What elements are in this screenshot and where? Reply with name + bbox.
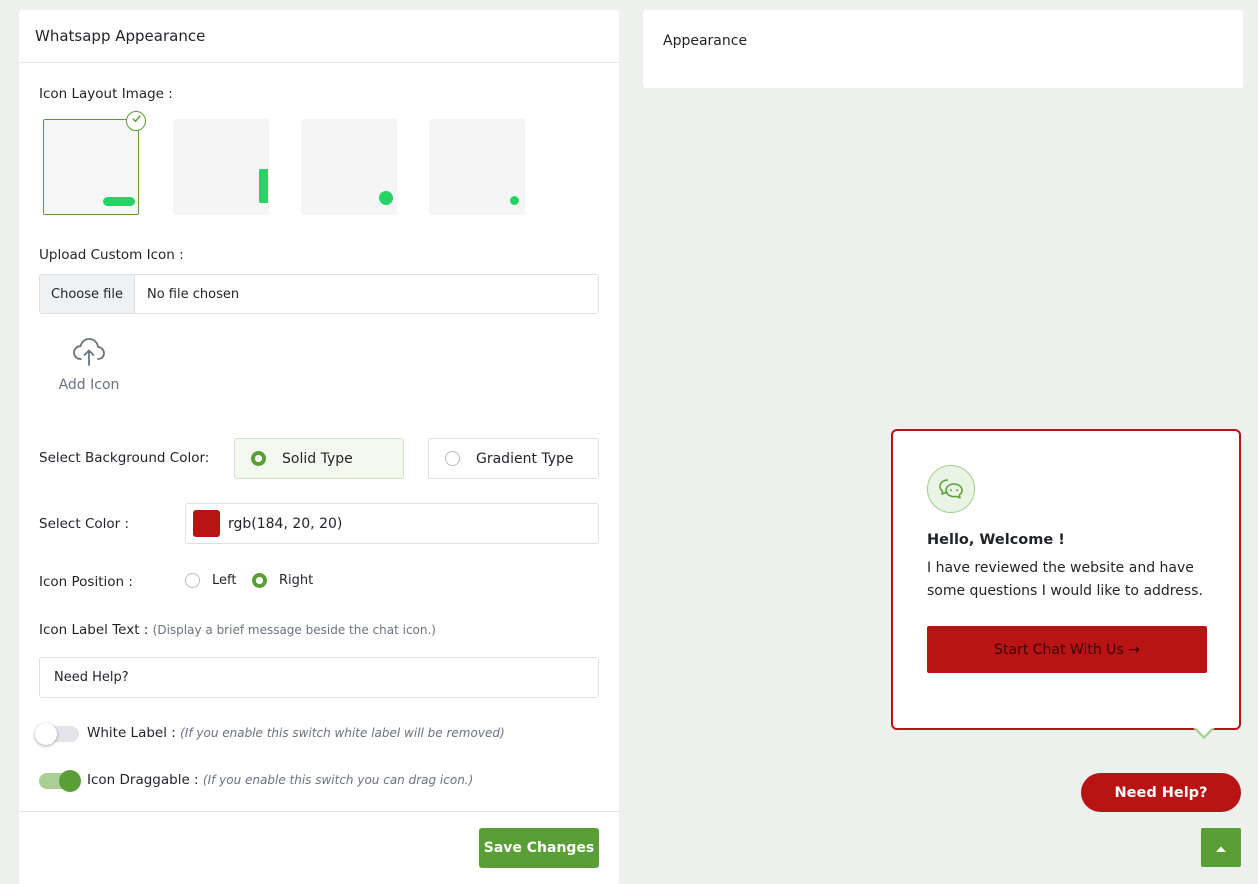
position-left-label: Left	[212, 573, 237, 588]
gradient-type-option[interactable]: Gradient Type	[428, 438, 599, 479]
layout-option-side-bar[interactable]	[173, 119, 269, 215]
draggable-hint: (If you enable this switch you can drag …	[202, 773, 474, 787]
chat-popup-preview: Hello, Welcome ! I have reviewed the web…	[891, 429, 1241, 739]
color-swatch[interactable]	[193, 510, 220, 537]
white-label-hint: (If you enable this switch white label w…	[180, 726, 505, 740]
appearance-preview-card: Appearance	[643, 10, 1243, 88]
need-help-floating-button[interactable]: Need Help?	[1081, 773, 1241, 812]
popup-message: I have reviewed the website and have som…	[927, 560, 1203, 599]
save-changes-button[interactable]: Save Changes	[479, 828, 599, 868]
bg-color-label: Select Background Color:	[39, 450, 210, 466]
draggable-label: Icon Draggable :	[87, 772, 199, 788]
icon-position-label: Icon Position :	[39, 574, 133, 590]
icon-layout-label: Icon Layout Image :	[39, 86, 173, 102]
position-right-radio[interactable]	[252, 573, 267, 588]
upload-custom-icon-label: Upload Custom Icon :	[39, 247, 184, 263]
icon-draggable-toggle[interactable]	[39, 770, 81, 792]
chevron-up-icon	[1215, 838, 1227, 857]
position-right-option[interactable]: Right	[252, 573, 313, 588]
color-picker-field[interactable]: rgb(184, 20, 20)	[185, 503, 599, 544]
add-icon-label: Add Icon	[58, 377, 120, 393]
solid-type-radio[interactable]	[251, 451, 266, 466]
position-left-option[interactable]: Left	[185, 573, 236, 588]
popup-title: Hello, Welcome !	[927, 532, 1065, 548]
whatsapp-appearance-card: Whatsapp Appearance Icon Layout Image : …	[19, 10, 619, 884]
position-right-label: Right	[279, 573, 314, 588]
layout-option-small-circle[interactable]	[429, 119, 525, 215]
gradient-type-radio[interactable]	[445, 451, 460, 466]
chat-bubbles-icon	[927, 465, 975, 513]
whatsapp-icon	[379, 191, 393, 205]
start-chat-button[interactable]: Start Chat With Us →	[927, 626, 1207, 673]
solid-type-label: Solid Type	[282, 450, 353, 467]
icon-label-text-heading: Icon Label Text : (Display a brief messa…	[39, 622, 436, 638]
popup-tail-inner	[1195, 727, 1213, 736]
position-left-radio[interactable]	[185, 573, 200, 588]
color-value: rgb(184, 20, 20)	[228, 515, 343, 532]
choose-file-button[interactable]: Choose file	[40, 275, 135, 313]
draggable-row: Icon Draggable : (If you enable this swi…	[87, 772, 473, 788]
select-color-label: Select Color :	[39, 516, 130, 532]
icon-label-text-input[interactable]: Need Help?	[39, 657, 599, 698]
gradient-type-label: Gradient Type	[476, 450, 574, 467]
appearance-title: Appearance	[663, 33, 748, 49]
white-label-toggle[interactable]	[35, 723, 79, 745]
icon-label-text-label: Icon Label Text :	[39, 622, 149, 638]
check-icon	[126, 111, 146, 131]
icon-label-text-hint: (Display a brief message beside the chat…	[152, 623, 436, 637]
cloud-upload-icon	[72, 338, 106, 371]
layout-option-large-circle[interactable]	[301, 119, 397, 215]
whatsapp-icon	[510, 196, 519, 205]
add-icon-button[interactable]: Add Icon	[57, 337, 121, 393]
card-title: Whatsapp Appearance	[19, 10, 619, 63]
layout-option-pill[interactable]	[43, 111, 146, 215]
whatsapp-side-bar-preview	[259, 169, 268, 203]
scroll-to-top-button[interactable]	[1201, 828, 1241, 867]
white-label-label: White Label :	[87, 725, 176, 741]
file-status-text: No file chosen	[147, 286, 240, 302]
solid-type-option[interactable]: Solid Type	[234, 438, 404, 479]
toggle-knob	[59, 770, 81, 792]
white-label-row: White Label : (If you enable this switch…	[87, 725, 505, 741]
toggle-knob	[35, 723, 57, 745]
whatsapp-pill-preview	[103, 197, 135, 206]
custom-icon-file-input[interactable]: Choose file No file chosen	[39, 274, 599, 314]
card-footer-divider	[19, 811, 619, 812]
